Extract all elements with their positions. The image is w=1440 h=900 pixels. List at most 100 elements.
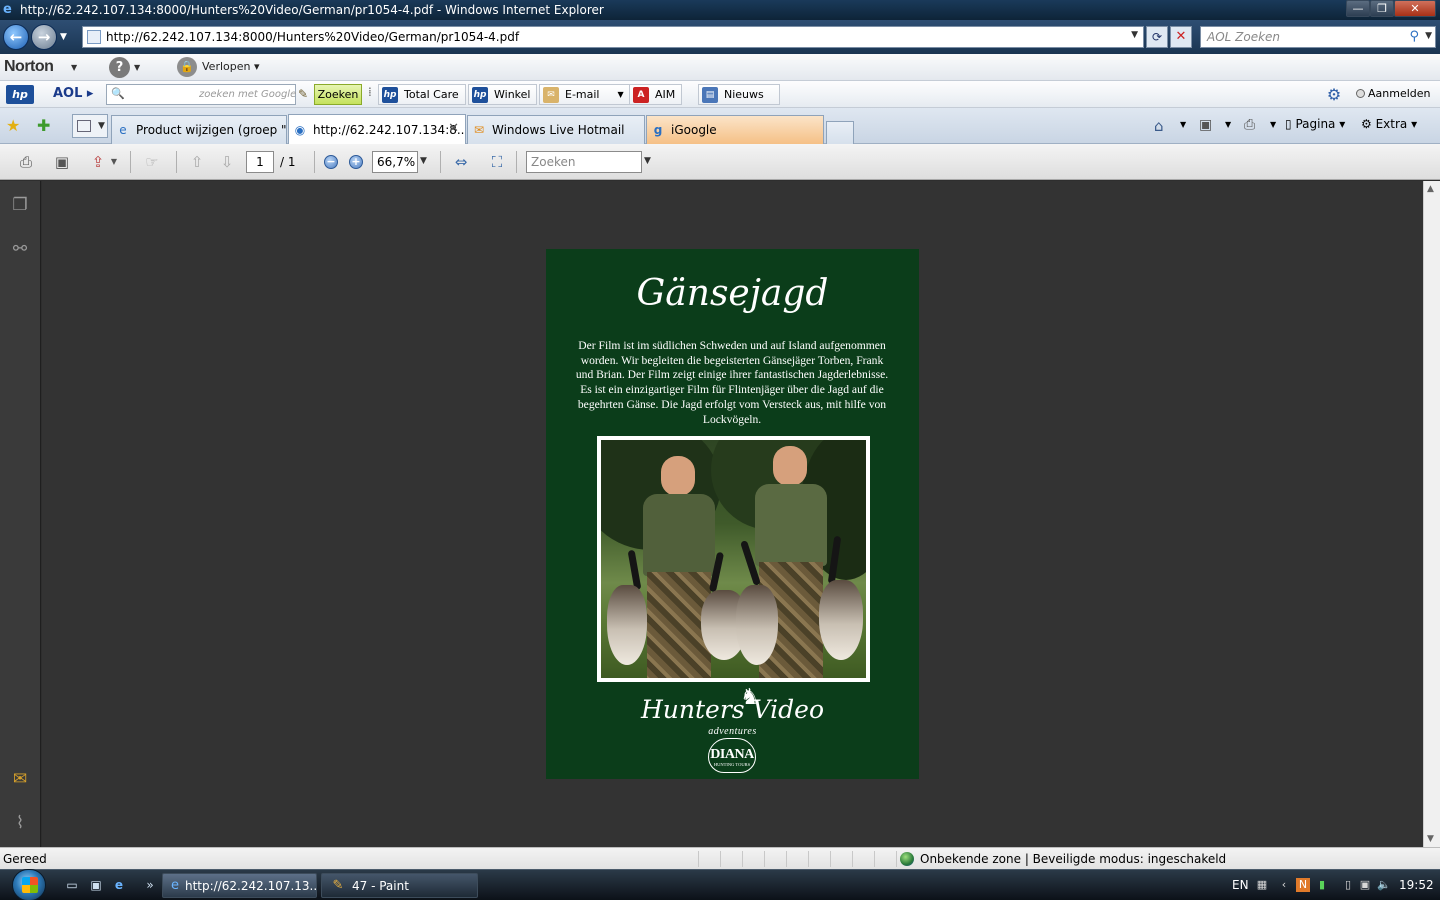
norton-logo[interactable]: Norton xyxy=(4,58,54,76)
taskbar-paint-window[interactable]: ✎ 47 - Paint xyxy=(321,873,478,898)
extra-menu[interactable]: ⚙ Extra ▾ xyxy=(1361,117,1417,131)
quicklaunch-overflow-icon[interactable]: » xyxy=(142,878,158,892)
address-dropdown-icon[interactable]: ▼ xyxy=(1131,30,1138,40)
tab-igoogle[interactable]: g iGoogle xyxy=(646,115,824,144)
volume-icon[interactable]: 🔈 xyxy=(1377,878,1391,892)
aanmelden-link[interactable]: Aanmelden xyxy=(1356,87,1431,100)
pdf-navigation-panel: ❐ ⚯ ✉ ⌇ xyxy=(0,181,41,847)
window-controls: — ❐ ✕ xyxy=(1346,0,1436,17)
network-icon[interactable]: ▣ xyxy=(1358,878,1372,892)
fit-width-icon[interactable]: ⇔ xyxy=(450,152,472,172)
zoom-out-icon[interactable]: − xyxy=(324,155,338,169)
tab-pdf-document[interactable]: ◉ http://62.242.107.134:8... ✕ xyxy=(288,114,466,145)
zoom-dropdown-icon[interactable]: ▼ xyxy=(420,156,427,166)
toolbar-divider xyxy=(516,151,517,173)
email-button[interactable]: ✉ E-mail ▼ xyxy=(539,84,631,105)
signal-icon[interactable]: ▮ xyxy=(1315,878,1329,892)
recent-pages-dropdown-icon[interactable]: ▼ xyxy=(60,32,67,42)
help-icon[interactable]: ? xyxy=(109,57,130,78)
taskbar-ie-window[interactable]: e http://62.242.107.13... xyxy=(162,873,317,898)
print-icon[interactable]: ⎙ xyxy=(1244,117,1255,133)
zoom-level-input[interactable]: 66,7% xyxy=(372,151,418,173)
close-window-button[interactable]: ✕ xyxy=(1394,0,1436,17)
close-tab-icon[interactable]: ✕ xyxy=(448,121,459,136)
search-icon[interactable]: ⚲ xyxy=(1409,29,1419,44)
start-button[interactable] xyxy=(12,869,46,900)
nieuws-button[interactable]: ▤ Nieuws xyxy=(698,84,780,105)
pdf-search-input[interactable]: Zoeken xyxy=(526,151,642,173)
aol-logo[interactable]: AOL ▸ xyxy=(53,86,93,101)
goose xyxy=(607,585,647,665)
aol-search-box[interactable]: AOL Zoeken ⚲ ▼ xyxy=(1200,26,1436,48)
tab-list-dropdown-icon[interactable]: ▼ xyxy=(98,121,105,131)
email-dropdown-icon[interactable]: ▼ xyxy=(618,90,624,99)
pages-panel-icon[interactable]: ❐ xyxy=(10,195,30,215)
battery-icon[interactable]: ▯ xyxy=(1341,878,1355,892)
pagina-menu[interactable]: ▯ Pagina ▾ xyxy=(1285,117,1345,131)
security-zone-text[interactable]: Onbekende zone | Beveiligde modus: inges… xyxy=(920,852,1226,866)
show-desktop-icon[interactable]: ▭ xyxy=(64,878,80,892)
address-bar[interactable]: http://62.242.107.134:8000/Hunters%20Vid… xyxy=(82,26,1144,48)
aim-button[interactable]: A AIM xyxy=(629,84,683,105)
quick-tabs-button[interactable]: ▼ xyxy=(72,114,108,138)
keyboard-icon[interactable]: ▦ xyxy=(1255,878,1269,892)
norton-dropdown-icon[interactable]: ▼ xyxy=(71,63,77,72)
clock[interactable]: 19:52 xyxy=(1399,878,1434,892)
total-care-button[interactable]: hp Total Care xyxy=(378,84,466,105)
tab-product-wijzigen[interactable]: e Product wijzigen (groep "... xyxy=(111,115,287,144)
stop-button[interactable]: ✕ xyxy=(1170,26,1192,48)
hand-tool-icon[interactable]: ☞ xyxy=(141,152,163,172)
lock-icon[interactable]: 🔒 xyxy=(177,57,197,77)
winkel-button[interactable]: hp Winkel xyxy=(468,84,538,105)
language-indicator[interactable]: EN xyxy=(1232,878,1249,892)
maximize-button[interactable]: ❐ xyxy=(1370,0,1394,17)
winkel-label: Winkel xyxy=(494,88,531,101)
minimize-button[interactable]: — xyxy=(1346,0,1370,17)
goose xyxy=(819,580,863,660)
previous-page-icon[interactable]: ⇧ xyxy=(186,152,208,172)
print-dropdown-icon[interactable]: ▼ xyxy=(1270,120,1276,129)
highlight-pencil-icon[interactable]: ✎ xyxy=(298,87,308,101)
home-dropdown-icon[interactable]: ▼ xyxy=(1180,120,1186,129)
scroll-down-icon[interactable]: ▼ xyxy=(1427,834,1434,844)
feeds-icon[interactable]: ▣ xyxy=(1199,117,1212,133)
share-dropdown-icon[interactable]: ▼ xyxy=(108,152,120,172)
home-icon[interactable]: ⌂ xyxy=(1154,117,1164,135)
search-options-dropdown-icon[interactable]: ▼ xyxy=(1425,31,1432,41)
save-icon[interactable]: ▣ xyxy=(51,152,73,172)
feeds-dropdown-icon[interactable]: ▼ xyxy=(1225,120,1231,129)
add-favorite-icon[interactable]: ✚ xyxy=(37,116,50,135)
tools-gear-icon: ⚙ xyxy=(1361,117,1372,131)
tray-spacer xyxy=(1390,878,1396,892)
page-number-input[interactable]: 1 xyxy=(246,151,274,173)
ie-quicklaunch-icon[interactable]: e xyxy=(111,878,127,892)
pdf-print-icon[interactable]: ⎙ xyxy=(15,152,37,172)
next-page-icon[interactable]: ⇩ xyxy=(216,152,238,172)
verlopen-menu[interactable]: Verlopen ▾ xyxy=(202,60,260,73)
hp-logo[interactable]: hp xyxy=(6,85,34,104)
gear-icon[interactable]: ⚙ xyxy=(1322,85,1346,105)
zoom-in-icon[interactable]: + xyxy=(349,155,363,169)
help-dropdown-icon[interactable]: ▼ xyxy=(134,63,140,72)
forward-button[interactable]: → xyxy=(31,24,57,50)
back-button[interactable]: ← xyxy=(3,24,29,50)
attachments-binoculars-icon[interactable]: ⚯ xyxy=(10,239,30,259)
share-pdf-icon[interactable]: ⇪ xyxy=(87,152,109,172)
new-tab-button[interactable] xyxy=(826,121,854,144)
fit-page-icon[interactable]: ⛶ xyxy=(486,152,508,172)
aol-google-search-input[interactable]: 🔍 zoeken met Google xyxy=(106,84,296,105)
vertical-scrollbar[interactable]: ▲ ▼ xyxy=(1423,181,1440,847)
address-url[interactable]: http://62.242.107.134:8000/Hunters%20Vid… xyxy=(106,30,519,44)
norton-tray-icon[interactable]: N xyxy=(1296,878,1310,892)
comments-icon[interactable]: ✉ xyxy=(10,769,30,789)
refresh-button[interactable]: ⟳ xyxy=(1146,26,1168,48)
show-hidden-icons[interactable]: ‹ xyxy=(1277,878,1291,892)
tab-windows-live-hotmail[interactable]: ✉ Windows Live Hotmail xyxy=(467,115,645,144)
pdf-search-dropdown-icon[interactable]: ▼ xyxy=(644,156,651,166)
paperclip-icon[interactable]: ⌇ xyxy=(10,813,30,833)
scroll-up-icon[interactable]: ▲ xyxy=(1427,184,1434,194)
internet-zone-globe-icon[interactable] xyxy=(900,852,914,866)
favorites-star-icon[interactable]: ★ xyxy=(6,116,20,135)
switch-windows-icon[interactable]: ▣ xyxy=(88,878,104,892)
zoeken-button[interactable]: Zoeken xyxy=(314,84,362,105)
